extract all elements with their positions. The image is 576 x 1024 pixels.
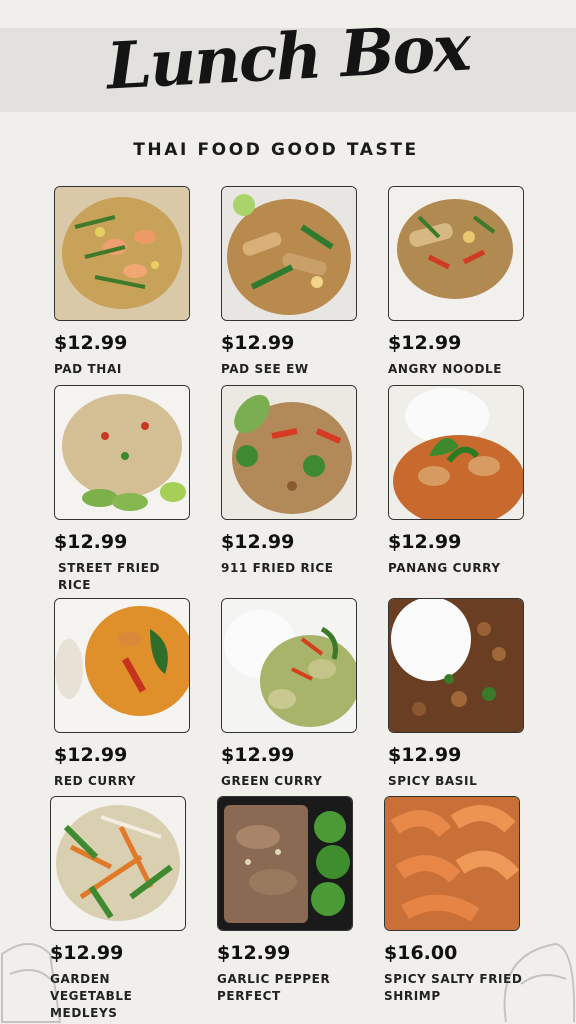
food-photo-spicy-salty-fried-shrimp bbox=[384, 796, 520, 931]
item-price: $12.99 bbox=[217, 942, 291, 964]
item-name: PANANG CURRY bbox=[388, 561, 501, 575]
item-name: RED CURRY bbox=[54, 774, 137, 788]
food-photo-pad-thai bbox=[54, 186, 190, 321]
item-name: 911 FRIED RICE bbox=[221, 561, 334, 575]
food-photo-911-fried-rice bbox=[221, 385, 357, 520]
item-name: STREET FRIED RICE bbox=[58, 561, 161, 592]
item-name: PAD THAI bbox=[54, 362, 122, 376]
item-name: SPICY BASIL bbox=[388, 774, 478, 788]
food-photo-panang-curry bbox=[388, 385, 524, 520]
food-photo-red-curry bbox=[54, 598, 190, 733]
item-name: ANGRY NOODLE bbox=[388, 362, 503, 376]
item-price: $12.99 bbox=[221, 531, 295, 553]
tagline: THAI FOOD GOOD TASTE bbox=[133, 140, 419, 160]
item-price: $12.99 bbox=[54, 531, 128, 553]
item-price: $12.99 bbox=[221, 744, 295, 766]
food-photo-street-fried-rice bbox=[54, 385, 190, 520]
food-sketch-decoration-left bbox=[1, 943, 62, 1023]
item-price: $12.99 bbox=[388, 332, 462, 354]
item-price: $12.99 bbox=[54, 332, 128, 354]
food-photo-garden-vegetable-medleys bbox=[50, 796, 186, 931]
food-photo-garlic-pepper-perfect bbox=[217, 796, 353, 931]
item-price: $12.99 bbox=[388, 531, 462, 553]
item-name: GARLIC PEPPER PERFECT bbox=[217, 972, 331, 1003]
item-name: PAD SEE EW bbox=[221, 362, 309, 376]
food-photo-spicy-basil bbox=[388, 598, 524, 733]
item-price: $12.99 bbox=[388, 744, 462, 766]
item-price: $12.99 bbox=[54, 744, 128, 766]
item-name: GREEN CURRY bbox=[221, 774, 323, 788]
food-photo-green-curry bbox=[221, 598, 357, 733]
food-photo-angry-noodle bbox=[388, 186, 524, 321]
item-price: $16.00 bbox=[384, 942, 458, 964]
food-photo-pad-see-ew bbox=[221, 186, 357, 321]
food-sketch-decoration-right bbox=[503, 942, 576, 1023]
item-price: $12.99 bbox=[221, 332, 295, 354]
